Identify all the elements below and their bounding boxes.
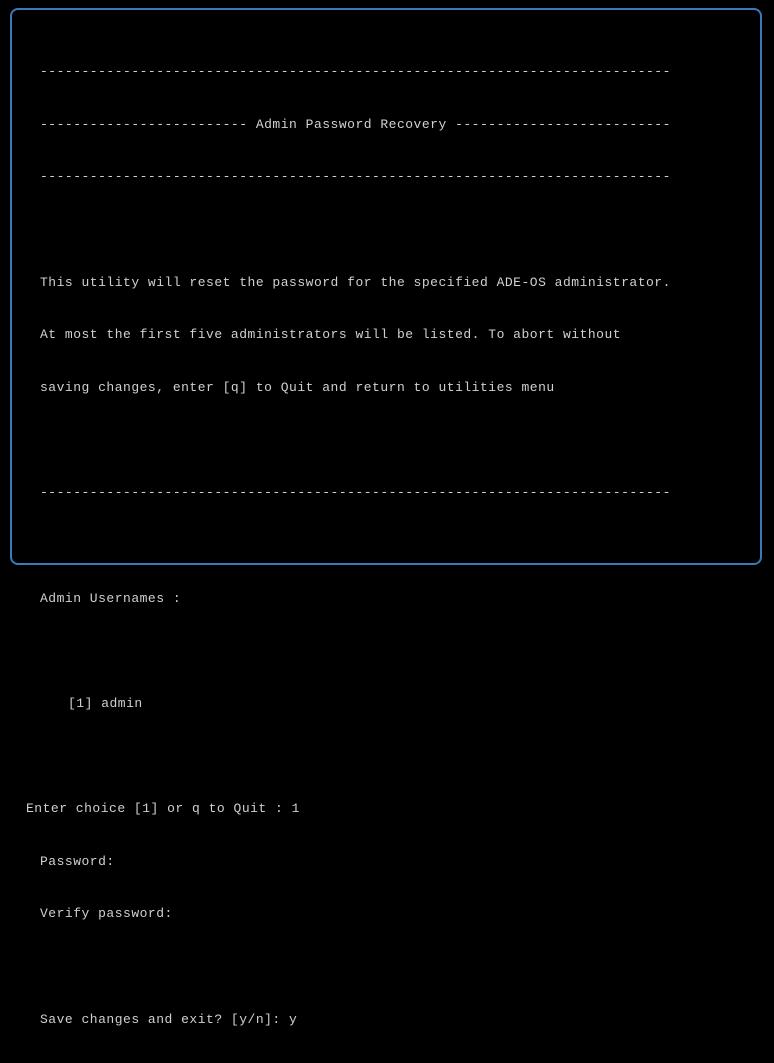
username-item: [1] admin <box>26 695 746 713</box>
usernames-label: Admin Usernames : <box>26 590 746 608</box>
header-title: ------------------------- Admin Password… <box>26 116 746 134</box>
description-line-3: saving changes, enter [q] to Quit and re… <box>26 379 746 397</box>
blank-line <box>26 221 746 239</box>
verify-password-prompt-label: Verify password: <box>26 905 746 923</box>
header-rule-bottom: ----------------------------------------… <box>26 168 746 186</box>
blank-line <box>26 537 746 555</box>
blank-line <box>26 747 746 765</box>
choice-input[interactable] <box>292 800 332 818</box>
save-input[interactable] <box>289 1011 329 1029</box>
choice-prompt-row: Enter choice [1] or q to Quit : <box>26 800 746 818</box>
choice-prompt-label: Enter choice [1] or q to Quit : <box>26 800 292 818</box>
save-prompt-row: Save changes and exit? [y/n]: <box>26 1011 746 1029</box>
blank-line <box>26 958 746 976</box>
blank-line <box>26 432 746 450</box>
blank-line <box>26 642 746 660</box>
terminal-window: ----------------------------------------… <box>10 8 762 565</box>
terminal-output: ----------------------------------------… <box>26 28 746 1063</box>
header-rule-top: ----------------------------------------… <box>26 63 746 81</box>
password-prompt-label: Password: <box>26 853 746 871</box>
description-line-2: At most the first five administrators wi… <box>26 326 746 344</box>
save-prompt-label: Save changes and exit? [y/n]: <box>40 1011 289 1029</box>
description-line-1: This utility will reset the password for… <box>26 274 746 292</box>
separator-rule: ----------------------------------------… <box>26 484 746 502</box>
